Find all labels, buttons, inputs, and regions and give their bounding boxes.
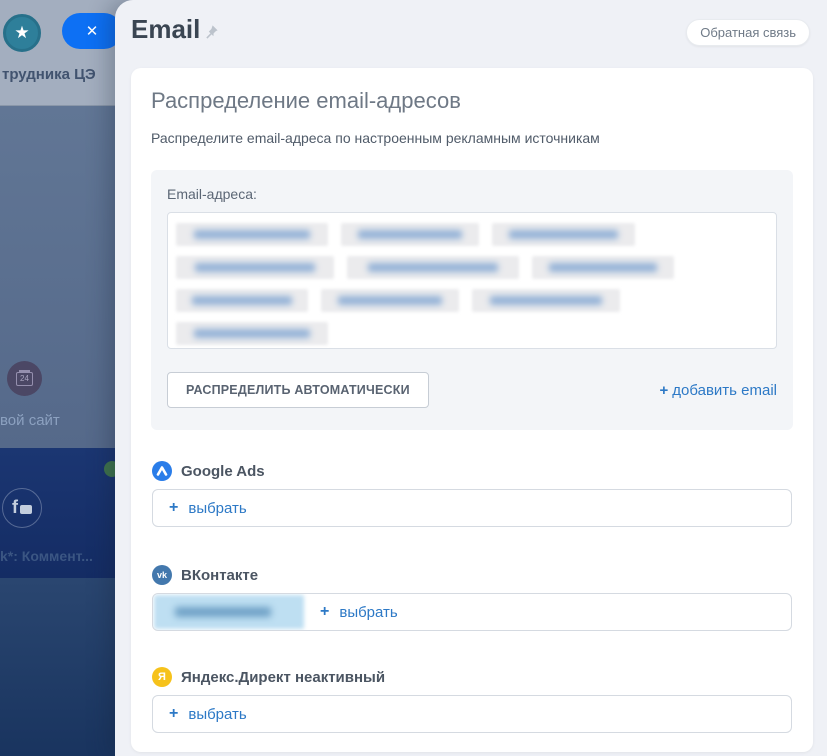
redacted-email-chip — [472, 289, 620, 312]
close-icon: ✕ — [86, 22, 99, 40]
source-section-vkontakte: vk ВКонтакте + выбрать — [152, 565, 792, 631]
google-ads-icon — [152, 461, 172, 481]
plus-icon: + — [169, 705, 178, 723]
add-email-link[interactable]: +добавить email — [660, 382, 778, 399]
email-chip-row — [176, 284, 768, 317]
feedback-button-label: Обратная связь — [700, 25, 796, 40]
redacted-email-chip — [532, 256, 674, 279]
background-partial-text-site: вой сайт — [0, 412, 60, 429]
page-title: Email — [131, 14, 200, 45]
add-email-label: добавить email — [672, 382, 777, 399]
background-mid-region — [0, 106, 115, 448]
email-chip-row — [176, 251, 768, 284]
source-header: Я Яндекс.Директ неактивный — [152, 667, 792, 687]
redacted-email-chip — [176, 289, 308, 312]
source-label: ВКонтакте — [181, 567, 258, 584]
source-label: Google Ads — [181, 463, 265, 480]
redacted-email-chip — [347, 256, 519, 279]
redacted-email-chip — [492, 223, 635, 246]
calendar-widget-icon[interactable]: 24 — [7, 361, 42, 396]
redacted-selected-chip — [154, 595, 304, 629]
card-title: Распределение email-адресов — [151, 88, 461, 114]
plus-icon: + — [169, 499, 178, 517]
select-label: выбрать — [339, 604, 397, 621]
email-chips-box[interactable] — [167, 212, 777, 349]
email-panel: Email Обратная связь Распределение email… — [115, 0, 827, 756]
background-partial-text-comments: k*: Коммент... — [0, 548, 93, 564]
plus-icon: + — [320, 603, 329, 621]
redacted-email-chip — [321, 289, 459, 312]
facebook-f-icon: f — [12, 497, 18, 518]
google-ads-select-box[interactable]: + выбрать — [152, 489, 792, 527]
vk-icon: vk — [152, 565, 172, 585]
star-avatar-icon[interactable]: ★ — [3, 14, 41, 52]
yandex-icon: Я — [152, 667, 172, 687]
yandex-select-box[interactable]: + выбрать — [152, 695, 792, 733]
email-chip-row — [176, 317, 768, 349]
background-partial-text-member: трудника ЦЭ — [2, 66, 96, 83]
redacted-email-chip — [341, 223, 479, 246]
source-header: Google Ads — [152, 461, 792, 481]
email-addresses-section: Email-адреса: РАСПРЕДЕЛИТЬ АВТОМАТИЧЕСКИ… — [151, 170, 793, 430]
calendar-icon: 24 — [16, 372, 33, 386]
select-label: выбрать — [188, 500, 246, 517]
distribute-automatically-button[interactable]: РАСПРЕДЕЛИТЬ АВТОМАТИЧЕСКИ — [167, 372, 429, 408]
redacted-email-chip — [176, 223, 328, 246]
close-panel-button[interactable]: ✕ — [62, 13, 122, 49]
feedback-button[interactable]: Обратная связь — [686, 19, 810, 46]
star-icon: ★ — [14, 23, 29, 43]
email-addresses-label: Email-адреса: — [167, 186, 777, 202]
source-section-google-ads: Google Ads + выбрать — [152, 461, 792, 527]
comment-bubble-icon — [20, 505, 32, 514]
card-subtitle: Распределите email-адреса по настроенным… — [151, 130, 600, 146]
email-actions-row: РАСПРЕДЕЛИТЬ АВТОМАТИЧЕСКИ +добавить ema… — [167, 372, 777, 408]
redacted-email-chip — [176, 322, 328, 345]
select-label: выбрать — [188, 706, 246, 723]
source-header: vk ВКонтакте — [152, 565, 792, 585]
plus-icon: + — [660, 382, 669, 399]
email-chip-row — [176, 218, 768, 251]
source-section-yandex-direct: Я Яндекс.Директ неактивный + выбрать — [152, 667, 792, 733]
facebook-comments-icon[interactable]: f — [2, 488, 42, 528]
vk-select-box[interactable]: + выбрать — [152, 593, 792, 631]
pin-icon[interactable] — [203, 24, 219, 40]
background-bottom-region — [0, 578, 115, 756]
source-label: Яндекс.Директ неактивный — [181, 669, 385, 686]
redacted-email-chip — [176, 256, 334, 279]
distribution-card: Распределение email-адресов Распределите… — [131, 68, 813, 752]
background-divider — [0, 105, 115, 106]
